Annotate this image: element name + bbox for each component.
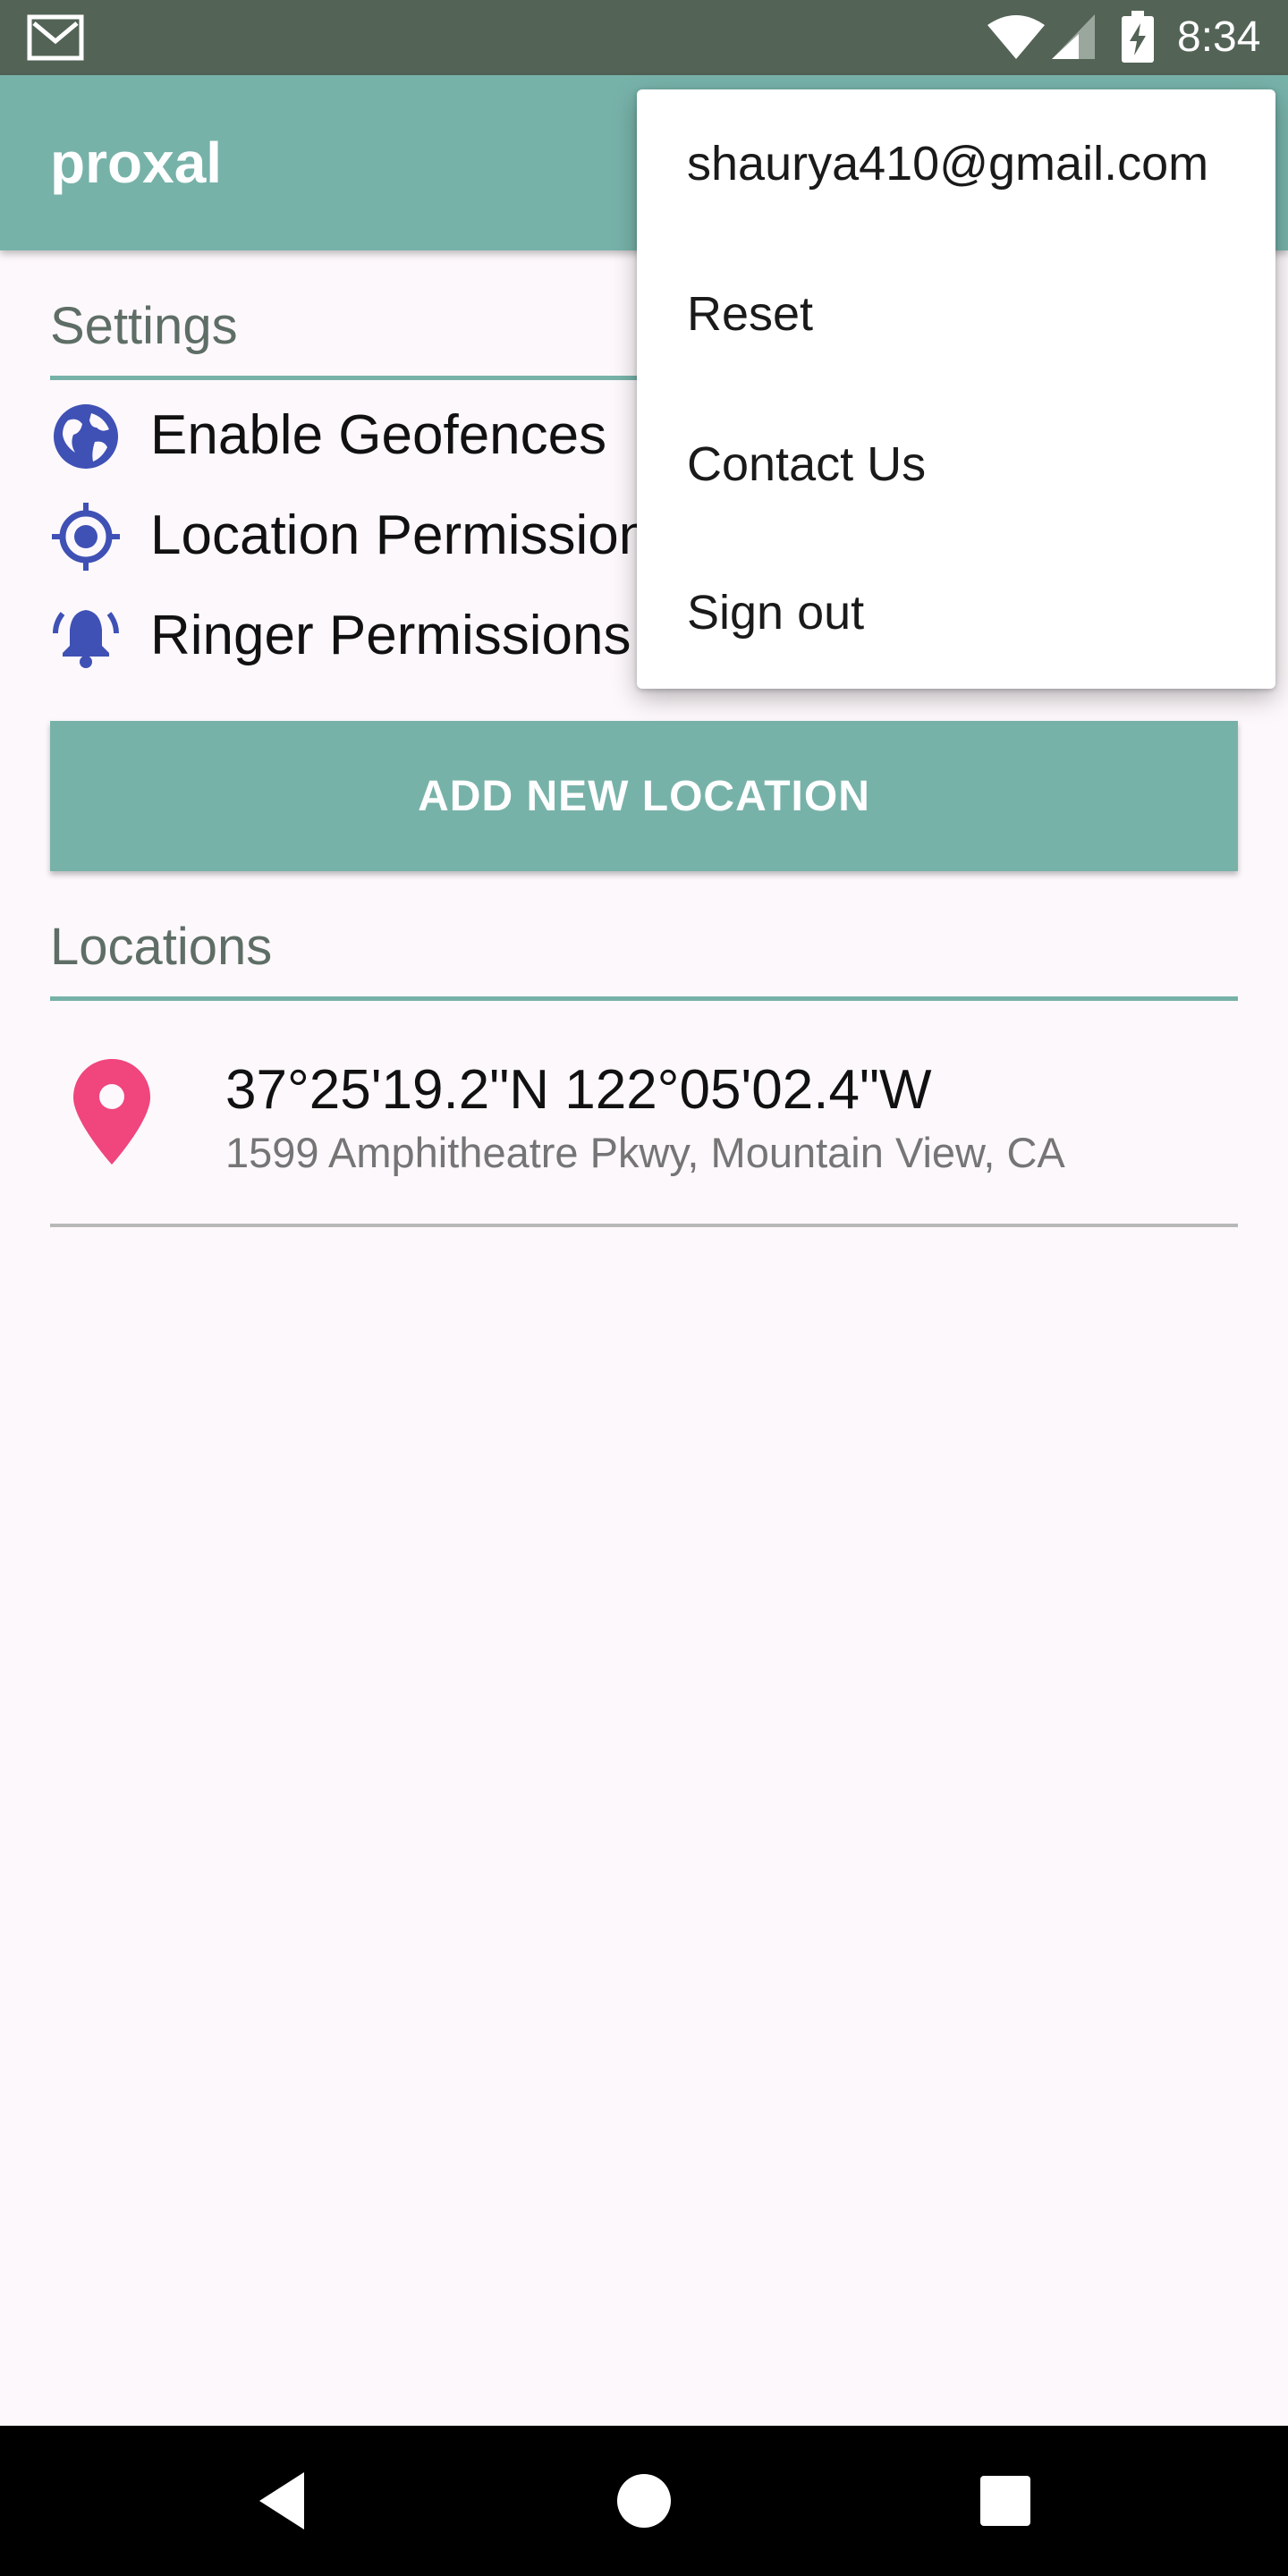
add-new-location-button[interactable]: ADD NEW LOCATION [50, 721, 1238, 871]
menu-item-label: Reset [687, 287, 814, 341]
menu-item-contact-us[interactable]: Contact Us [637, 390, 1275, 540]
app-title: proxal [50, 131, 223, 195]
bell-icon [53, 610, 119, 668]
status-bar: 8:34 [0, 0, 1288, 75]
home-icon[interactable] [608, 2465, 680, 2537]
recents-icon[interactable] [970, 2465, 1041, 2537]
map-pin-icon [73, 1059, 150, 1165]
globe-icon [54, 404, 118, 469]
signal-icon [1052, 14, 1095, 59]
location-address: 1599 Amphitheatre Pkwy, Mountain View, C… [225, 1129, 1065, 1176]
menu-item-label: shaurya410@gmail.com [687, 137, 1209, 191]
location-target-icon [52, 503, 120, 571]
back-icon[interactable] [247, 2465, 318, 2537]
menu-item-account[interactable]: shaurya410@gmail.com [637, 89, 1275, 240]
setting-label: Ringer Permissions [150, 605, 631, 666]
menu-item-label: Contact Us [687, 437, 927, 491]
setting-label: Location Permissions [150, 504, 678, 566]
list-divider [50, 1224, 1238, 1227]
mail-icon [27, 14, 84, 61]
setting-label: Enable Geofences [150, 404, 607, 466]
menu-item-sign-out[interactable]: Sign out [637, 538, 1275, 689]
locations-divider [50, 996, 1238, 1001]
wifi-icon [987, 15, 1045, 59]
status-time: 8:34 [1177, 13, 1261, 61]
battery-charging-icon [1122, 11, 1154, 63]
location-coordinates: 37°25'19.2"N 122°05'02.4"W [225, 1059, 932, 1121]
navigation-bar [0, 2426, 1288, 2576]
menu-item-reset[interactable]: Reset [637, 240, 1275, 390]
menu-item-label: Sign out [687, 586, 865, 640]
location-list-item[interactable]: 37°25'19.2"N 122°05'02.4"W 1599 Amphithe… [50, 1005, 1238, 1227]
overflow-menu: shaurya410@gmail.com Reset Contact Us Si… [637, 89, 1275, 689]
locations-header: Locations [50, 918, 273, 976]
